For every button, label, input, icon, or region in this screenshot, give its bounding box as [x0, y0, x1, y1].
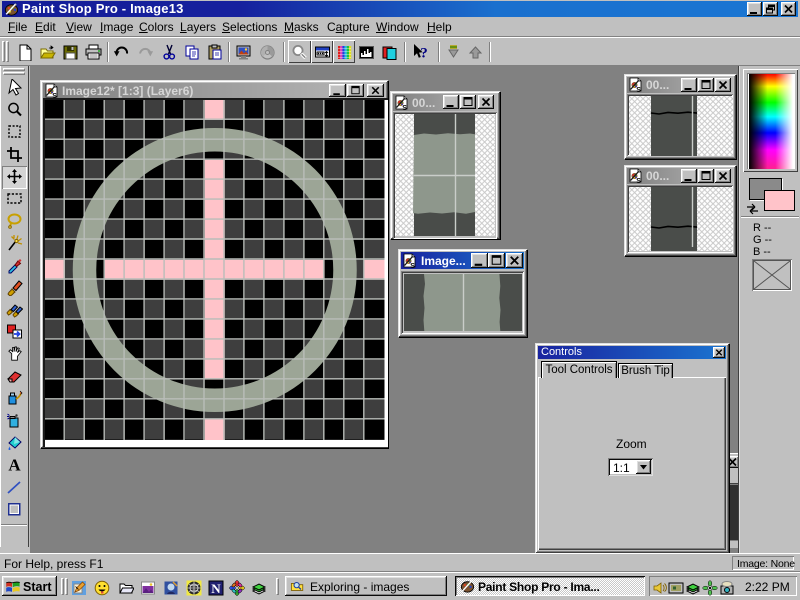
- svg-text:S: S: [402, 105, 407, 110]
- svg-text:S: S: [636, 87, 641, 92]
- svg-text:S: S: [636, 178, 641, 183]
- svg-text:N: N: [211, 581, 221, 596]
- svg-text:?: ?: [420, 46, 428, 62]
- svg-text:A: A: [8, 456, 21, 473]
- svg-text:S: S: [410, 263, 415, 268]
